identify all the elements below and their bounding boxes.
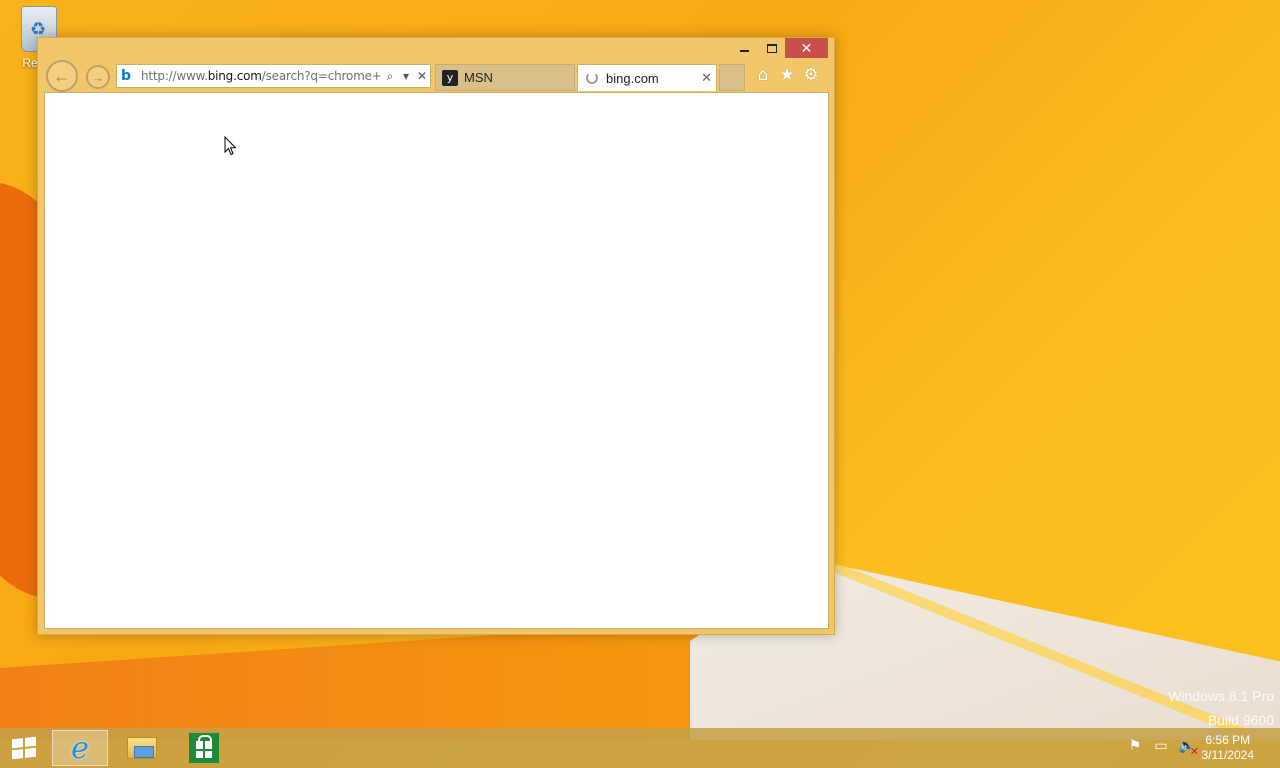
volume-muted-icon[interactable]: 🔈 ✕: [1178, 738, 1199, 758]
taskbar-internet-explorer[interactable]: e: [52, 730, 108, 766]
loading-icon: [584, 70, 600, 86]
system-tray: ⚑ ▭ 🔈 ✕: [1126, 738, 1199, 758]
stop-icon[interactable]: ✕: [414, 69, 430, 83]
gear-icon[interactable]: ⚙: [802, 66, 820, 84]
forward-button[interactable]: →: [86, 65, 110, 89]
minimize-button[interactable]: [731, 38, 758, 58]
network-icon[interactable]: ▭: [1152, 738, 1170, 756]
bing-favicon-icon: b: [121, 68, 132, 84]
action-center-flag-icon[interactable]: ⚑: [1126, 738, 1144, 756]
browser-window: ✕ ← → b http://www.bing.com/search?q=chr…: [37, 37, 835, 635]
maximize-icon: [766, 43, 777, 53]
clock[interactable]: 6:56 PM 3/11/2024: [1202, 733, 1255, 763]
caption-buttons: ✕: [731, 38, 828, 58]
toolbar-icons: ⌂ ★ ⚙: [754, 66, 820, 84]
internet-explorer-icon: e: [71, 730, 89, 766]
new-tab-button[interactable]: [719, 64, 745, 91]
wallpaper-shape: [0, 620, 720, 740]
file-explorer-icon: [127, 737, 157, 759]
minimize-icon: [740, 50, 749, 52]
tab-msn[interactable]: y MSN: [435, 64, 575, 91]
start-button[interactable]: [8, 734, 40, 761]
url-domain: bing.com: [207, 69, 262, 83]
close-icon: ✕: [800, 39, 813, 56]
home-icon[interactable]: ⌂: [754, 66, 772, 84]
address-bar[interactable]: b http://www.bing.com/search?q=chrome+dc…: [116, 64, 431, 88]
os-watermark: Windows 8.1 Pro Build 9600: [1168, 684, 1274, 732]
url-prefix: http://www.: [141, 69, 208, 83]
address-url[interactable]: http://www.bing.com/search?q=chrome+dc: [141, 69, 382, 83]
clock-time: 6:56 PM: [1205, 733, 1251, 747]
taskbar-file-explorer[interactable]: [114, 730, 170, 766]
msn-icon: y: [442, 69, 458, 86]
windows-logo-icon: [12, 738, 23, 749]
taskbar: e ⚑ ▭ 🔈 ✕ 6:56 PM 3/11/2024: [0, 728, 1280, 768]
tab-bing[interactable]: bing.com ✕: [577, 64, 717, 91]
back-button[interactable]: ←: [46, 60, 78, 92]
close-tab-icon[interactable]: ✕: [701, 70, 712, 86]
os-edition: Windows 8.1 Pro: [1168, 688, 1274, 704]
search-icon[interactable]: ⌕: [382, 69, 398, 84]
page-content[interactable]: [44, 92, 829, 629]
close-button[interactable]: ✕: [785, 38, 828, 58]
navigation-bar: ← → b http://www.bing.com/search?q=chrom…: [38, 60, 834, 92]
clock-date: 3/11/2024: [1201, 748, 1255, 762]
star-icon[interactable]: ★: [778, 66, 796, 84]
tab-label: bing.com: [606, 70, 659, 86]
arrow-right-icon: →: [91, 69, 105, 85]
maximize-button[interactable]: [758, 38, 785, 58]
url-suffix: /search?q=chrome+dc: [261, 69, 382, 83]
tab-label: MSN: [464, 70, 493, 85]
store-icon: [189, 733, 219, 763]
arrow-left-icon: ←: [53, 65, 71, 86]
chevron-down-icon[interactable]: ▾: [398, 69, 414, 83]
taskbar-store[interactable]: [176, 730, 232, 766]
